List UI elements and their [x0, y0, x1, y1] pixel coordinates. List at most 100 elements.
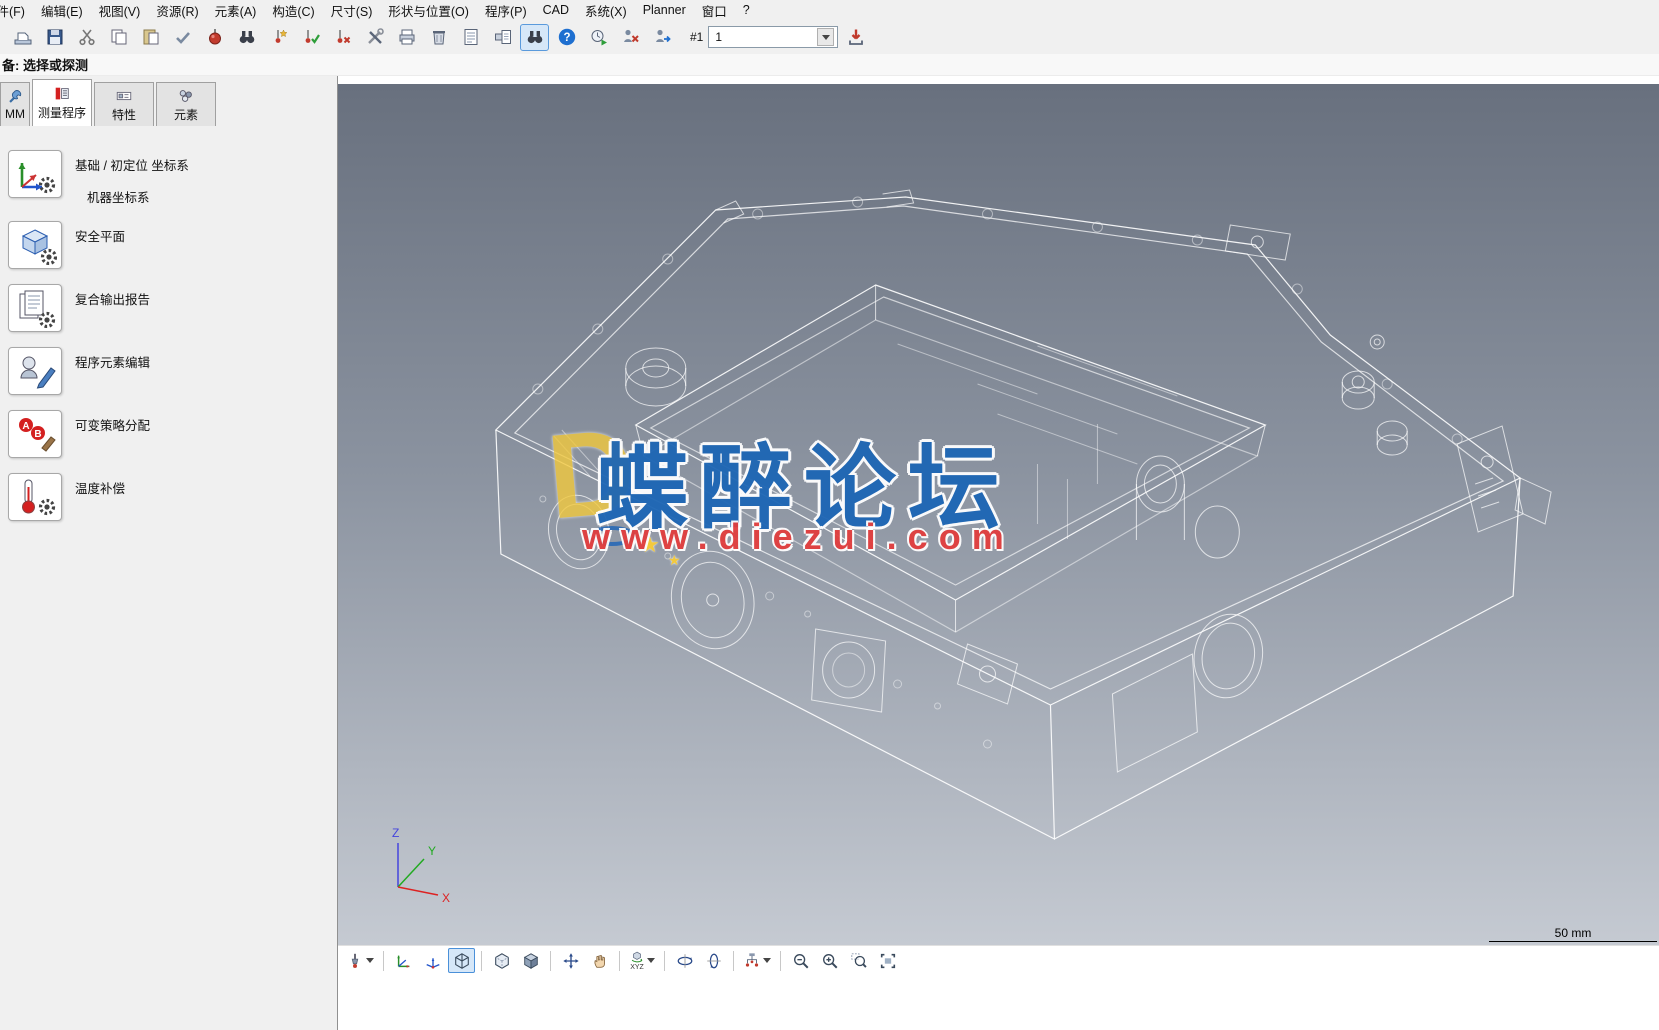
csys-icon[interactable] — [390, 948, 417, 973]
probe-tree-icon[interactable] — [740, 948, 774, 973]
menu-item-1[interactable]: 编辑(E) — [33, 0, 91, 23]
probe-check-icon[interactable] — [296, 24, 325, 51]
cut-icon[interactable] — [72, 24, 101, 51]
report-icon[interactable] — [456, 24, 485, 51]
sidebar-item-5[interactable]: 温度补偿 — [8, 473, 337, 521]
zoom-in-icon[interactable] — [816, 948, 843, 973]
toolbar-separator — [481, 951, 482, 971]
menu-item-8[interactable]: 程序(P) — [477, 0, 535, 23]
bottom-spacer — [338, 975, 1659, 1030]
svg-text:?: ? — [563, 32, 570, 44]
delete-icon[interactable] — [424, 24, 453, 51]
tools-icon[interactable] — [360, 24, 389, 51]
help-icon[interactable]: ? — [552, 24, 581, 51]
probe-delete-icon[interactable] — [328, 24, 357, 51]
accept-icon[interactable] — [168, 24, 197, 51]
run-user-icon[interactable] — [648, 24, 677, 51]
sidebar: 基础 / 初定位 坐标系机器坐标系安全平面复合输出报告程序元素编辑 AB可变策略分… — [0, 126, 337, 536]
csys2-icon[interactable] — [419, 948, 446, 973]
tab-3[interactable]: 元素 — [156, 82, 216, 126]
menu-item-2[interactable]: 视图(V) — [91, 0, 149, 23]
axis-x-label: X — [442, 891, 450, 905]
copy-icon — [109, 27, 129, 47]
run-ball-icon — [205, 27, 225, 47]
print-preview-icon[interactable] — [488, 24, 517, 51]
program-tab-icon — [53, 85, 71, 103]
axis-y-label: Y — [428, 844, 436, 858]
tab-2[interactable]: 特性 — [94, 82, 154, 126]
icon-box — [8, 221, 62, 269]
dropdown-arrow-icon[interactable] — [366, 958, 374, 963]
search-icon[interactable] — [232, 24, 261, 51]
menu-item-10[interactable]: 系统(X) — [577, 0, 635, 23]
rotate-view-icon[interactable]: XYZ — [626, 948, 658, 973]
save-icon — [45, 27, 65, 47]
menu-item-9[interactable]: CAD — [535, 0, 577, 20]
tab-1[interactable]: 测量程序 — [32, 79, 92, 126]
run-auto-icon[interactable] — [584, 24, 613, 51]
run-selector-combobox[interactable]: 1 — [708, 26, 838, 48]
dropdown-arrow-icon[interactable] — [763, 958, 771, 963]
csys2-icon — [424, 952, 442, 970]
sidebar-item-label: 安全平面 — [75, 226, 125, 245]
cube-wire-icon[interactable] — [448, 948, 475, 973]
menu-item-7[interactable]: 形状与位置(O) — [380, 0, 477, 23]
csys-icon — [395, 952, 413, 970]
probe-icon[interactable] — [343, 948, 377, 973]
stop-user-icon[interactable] — [616, 24, 645, 51]
probe-star-icon[interactable] — [264, 24, 293, 51]
tab-0[interactable]: MM — [0, 82, 30, 126]
sidebar-item-label: 复合输出报告 — [75, 289, 150, 308]
print-icon[interactable] — [392, 24, 421, 51]
menu-item-3[interactable]: 资源(R) — [148, 0, 206, 23]
tab-label: MM — [5, 107, 25, 121]
cube-wire-icon — [453, 952, 471, 970]
move-icon[interactable] — [557, 948, 584, 973]
save-icon[interactable] — [40, 24, 69, 51]
menu-item-4[interactable]: 元素(A) — [207, 0, 265, 23]
combobox-dropdown-icon[interactable] — [817, 28, 834, 46]
probe-star-icon — [269, 27, 289, 47]
open-icon[interactable] — [8, 24, 37, 51]
cube-shaded-icon[interactable] — [517, 948, 544, 973]
menu-item-12[interactable]: 窗口 — [694, 0, 735, 23]
rotate-view-icon — [629, 950, 645, 964]
menu-item-6[interactable]: 尺寸(S) — [323, 0, 381, 23]
dropdown-arrow-icon[interactable] — [647, 958, 655, 963]
sidebar-subitem-label[interactable]: 机器坐标系 — [87, 187, 189, 206]
download-icon — [846, 27, 866, 47]
paste-icon[interactable] — [136, 24, 165, 51]
sidebar-item-0[interactable]: 基础 / 初定位 坐标系机器坐标系 — [8, 150, 337, 206]
menu-item-5[interactable]: 构造(C) — [264, 0, 322, 23]
status-text: 备: 选择或探测 — [2, 55, 88, 74]
menu-item-11[interactable]: Planner — [635, 0, 694, 20]
zoom-window-icon[interactable] — [845, 948, 872, 973]
move-icon — [562, 952, 580, 970]
run-ball-icon[interactable] — [200, 24, 229, 51]
svg-text:A: A — [22, 421, 29, 432]
help-icon: ? — [557, 27, 577, 47]
tab-label: 测量程序 — [38, 104, 86, 121]
toolbar-separator — [550, 951, 551, 971]
sidebar-item-1[interactable]: 安全平面 — [8, 221, 337, 269]
copy-icon[interactable] — [104, 24, 133, 51]
download-icon[interactable] — [841, 24, 870, 51]
zoom-window-icon — [850, 952, 868, 970]
rotate-x-icon[interactable] — [671, 948, 698, 973]
rotate-y-icon[interactable] — [700, 948, 727, 973]
zoom-out-icon[interactable] — [787, 948, 814, 973]
zoom-fit-icon[interactable] — [874, 948, 901, 973]
cube-hidden-icon[interactable] — [488, 948, 515, 973]
viewport-3d[interactable]: D ★ ★ 蝶醉论坛 www.diezui.com Z Y X 50 mm — [338, 84, 1659, 945]
sidebar-item-4[interactable]: AB可变策略分配 — [8, 410, 337, 458]
sidebar-item-2[interactable]: 复合输出报告 — [8, 284, 337, 332]
cube-hidden-icon — [493, 952, 511, 970]
probe-tree-icon — [743, 952, 761, 970]
sidebar-item-3[interactable]: 程序元素编辑 — [8, 347, 337, 395]
pan-icon[interactable] — [586, 948, 613, 973]
print-preview-icon — [493, 27, 513, 47]
menu-item-0[interactable]: 文件(F) — [0, 0, 33, 23]
find-feature-icon[interactable] — [520, 24, 549, 51]
rotate-mode-label: XYZ — [630, 964, 644, 971]
menu-item-13[interactable]: ? — [735, 0, 758, 20]
